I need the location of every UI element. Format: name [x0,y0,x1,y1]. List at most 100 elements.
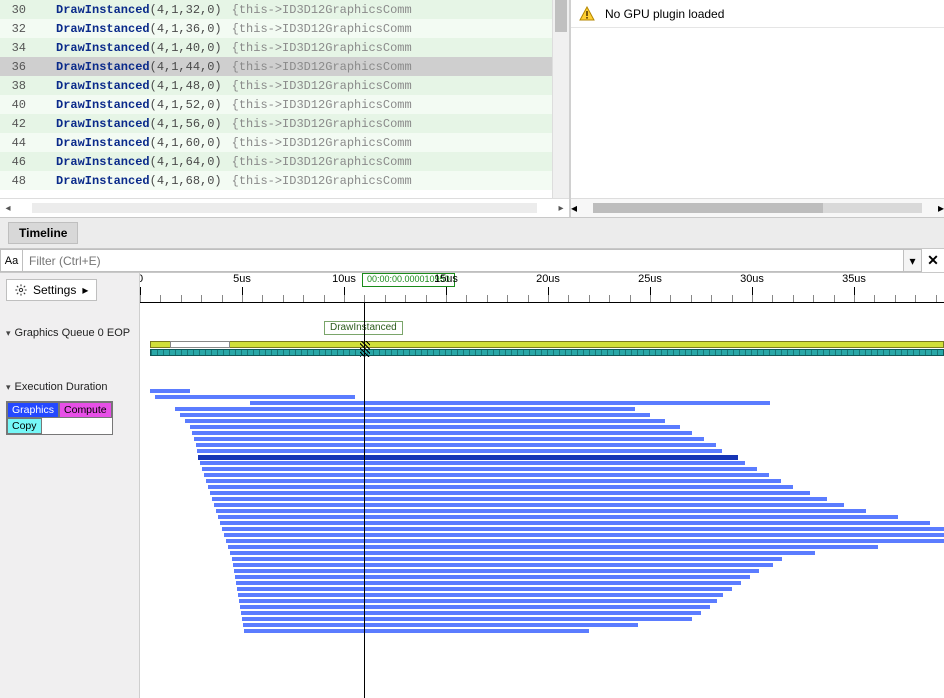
row-args: (4,1,60,0) [150,136,222,150]
row-context: {this->ID3D12GraphicsComm [222,3,412,17]
duration-bar[interactable] [222,527,944,531]
section-graphics-queue[interactable]: ▾ Graphics Queue 0 EOP [0,323,139,343]
row-args: (4,1,48,0) [150,79,222,93]
scroll-left-arrow-icon[interactable]: ◂ [571,201,577,215]
warning-row: No GPU plugin loaded [571,0,944,28]
duration-bar[interactable] [197,449,722,453]
call-list-row[interactable]: 40DrawInstanced(4,1,52,0){this->ID3D12Gr… [0,95,569,114]
scroll-left-arrow-icon[interactable]: ◂ [0,200,16,216]
row-function: DrawInstanced [56,3,150,17]
clear-filter-button[interactable]: ✕ [922,249,944,272]
filter-input[interactable] [22,249,904,272]
duration-bar[interactable] [240,605,710,609]
graphics-queue-track[interactable] [150,341,944,355]
duration-bar[interactable] [206,479,781,483]
row-function: DrawInstanced [56,79,150,93]
horizontal-scrollbar[interactable]: ◂ ▸ [0,198,569,217]
duration-bar[interactable] [190,425,680,429]
duration-bar[interactable] [237,587,732,591]
call-list[interactable]: 30DrawInstanced(4,1,32,0){this->ID3D12Gr… [0,0,569,198]
duration-bar[interactable] [241,611,701,615]
call-list-row[interactable]: 30DrawInstanced(4,1,32,0){this->ID3D12Gr… [0,0,569,19]
match-case-button[interactable]: Aa [0,249,22,272]
section-label: Graphics Queue 0 EOP [15,327,131,339]
duration-bar[interactable] [202,467,757,471]
ruler-tick-label: 15us [434,273,458,285]
duration-bar[interactable] [224,533,944,537]
scroll-right-arrow-icon[interactable]: ▸ [553,200,569,216]
duration-bar[interactable] [194,437,704,441]
duration-bar[interactable] [175,407,635,411]
call-list-row[interactable]: 36DrawInstanced(4,1,44,0){this->ID3D12Gr… [0,57,569,76]
duration-bar[interactable] [196,443,716,447]
vertical-scrollbar[interactable] [552,0,569,198]
row-function: DrawInstanced [56,117,150,131]
section-execution-duration[interactable]: ▾ Execution Duration [0,377,139,397]
row-context: {this->ID3D12GraphicsComm [222,79,412,93]
call-list-row[interactable]: 46DrawInstanced(4,1,64,0){this->ID3D12Gr… [0,152,569,171]
duration-bar[interactable] [239,599,717,603]
info-pane: No GPU plugin loaded ◂ ▸ [570,0,944,217]
row-args: (4,1,56,0) [150,117,222,131]
duration-bar[interactable] [212,497,827,501]
close-icon: ✕ [927,252,939,269]
warning-icon [579,6,595,22]
duration-bar[interactable] [150,389,190,393]
timeline-canvas[interactable]: 00:00:00.000010950 05us10us15us20us25us3… [140,273,944,698]
duration-bar[interactable] [235,575,750,579]
row-args: (4,1,32,0) [150,3,222,17]
duration-bar[interactable] [242,617,692,621]
filter-bar: Aa ▾ ✕ [0,249,944,273]
settings-label: Settings [33,283,76,297]
filter-dropdown-button[interactable]: ▾ [904,249,922,272]
duration-bar[interactable] [226,539,944,543]
ruler-tick-label: 20us [536,273,560,285]
duration-bar[interactable] [232,557,782,561]
call-list-row[interactable]: 34DrawInstanced(4,1,40,0){this->ID3D12Gr… [0,38,569,57]
duration-bar[interactable] [236,581,741,585]
call-list-row[interactable]: 44DrawInstanced(4,1,60,0){this->ID3D12Gr… [0,133,569,152]
duration-bar[interactable] [228,545,878,549]
tab-timeline[interactable]: Timeline [8,222,78,244]
duration-bar[interactable] [204,473,769,477]
duration-bar[interactable] [198,455,738,460]
scroll-right-arrow-icon[interactable]: ▸ [938,201,944,215]
duration-bar[interactable] [200,461,745,465]
duration-bar[interactable] [192,431,692,435]
duration-bar[interactable] [180,413,650,417]
call-list-row[interactable]: 48DrawInstanced(4,1,68,0){this->ID3D12Gr… [0,171,569,190]
chevron-down-icon: ▾ [909,254,915,268]
horizontal-scrollbar[interactable]: ◂ ▸ [571,198,944,217]
playhead[interactable] [364,303,365,698]
duration-bar[interactable] [234,569,759,573]
section-label: Execution Duration [15,381,108,393]
duration-bar[interactable] [218,515,898,519]
row-function: DrawInstanced [56,22,150,36]
row-function: DrawInstanced [56,136,150,150]
duration-bar[interactable] [214,503,844,507]
row-index: 34 [6,41,56,55]
duration-bar[interactable] [233,563,773,567]
row-index: 48 [6,174,56,188]
legend: Graphics Compute Copy [6,401,113,435]
call-list-row[interactable]: 32DrawInstanced(4,1,36,0){this->ID3D12Gr… [0,19,569,38]
duration-bar[interactable] [250,401,770,405]
row-index: 44 [6,136,56,150]
call-list-row[interactable]: 38DrawInstanced(4,1,48,0){this->ID3D12Gr… [0,76,569,95]
time-ruler[interactable]: 00:00:00.000010950 05us10us15us20us25us3… [140,273,944,303]
settings-button[interactable]: Settings ▸ [6,279,97,301]
duration-bar[interactable] [185,419,665,423]
duration-bar[interactable] [216,509,866,513]
duration-bar[interactable] [230,551,815,555]
row-args: (4,1,36,0) [150,22,222,36]
duration-bar[interactable] [244,629,589,633]
duration-bar[interactable] [210,491,810,495]
duration-bar[interactable] [238,593,723,597]
duration-bar[interactable] [155,395,355,399]
row-context: {this->ID3D12GraphicsComm [222,117,412,131]
duration-bar[interactable] [243,623,638,627]
call-list-row[interactable]: 42DrawInstanced(4,1,56,0){this->ID3D12Gr… [0,114,569,133]
duration-bar[interactable] [220,521,930,525]
legend-compute: Compute [59,402,112,418]
duration-bar[interactable] [208,485,793,489]
